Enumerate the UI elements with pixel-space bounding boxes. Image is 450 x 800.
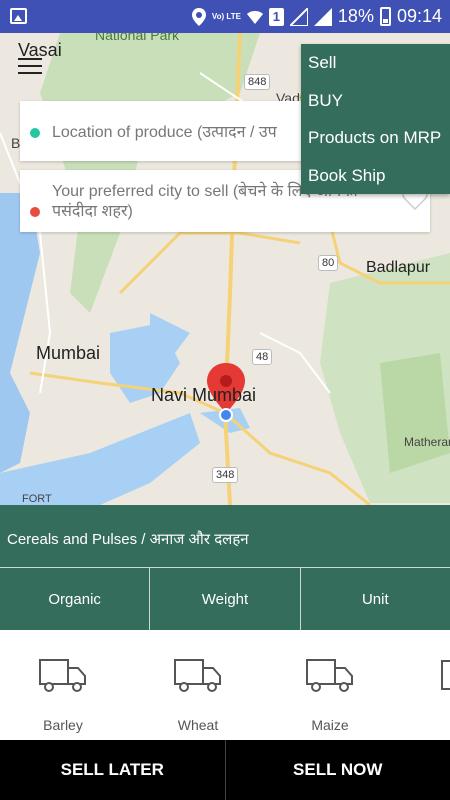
truck-icon <box>39 659 86 692</box>
status-indicators: Vo) LTE 1 18% 09:14 <box>191 0 442 33</box>
highway-badge-80: 80 <box>318 255 339 271</box>
crop-item-maize[interactable]: Maize <box>290 658 370 733</box>
sell-now-button[interactable]: SELL NOW <box>226 740 450 800</box>
menu-item-products-on-mrp[interactable]: Products on MRP <box>301 119 450 157</box>
map-label-national-park: National Park <box>95 33 180 43</box>
category-label: Cereals and Pulses / अनाज और दलहन <box>7 531 249 548</box>
truck-icon <box>174 659 221 692</box>
sell-later-button[interactable]: SELL LATER <box>0 740 226 800</box>
category-selector[interactable]: Cereals and Pulses / अनाज और दलहन <box>0 505 450 567</box>
location-dot-icon <box>30 128 40 138</box>
filter-weight-button[interactable]: Weight <box>150 568 301 630</box>
volte-indicator: Vo) LTE <box>211 11 241 21</box>
gallery-notification-icon <box>10 8 27 24</box>
truck-icon <box>306 659 353 692</box>
crop-label-maize: Maize <box>311 717 349 733</box>
action-bar: SELL LATER SELL NOW <box>0 740 450 800</box>
map-label-matheran: Matheran <box>404 435 450 449</box>
filter-bar: Organic Weight Unit <box>0 567 450 630</box>
crop-item-wheat[interactable]: Wheat <box>158 658 238 733</box>
highway-badge-848: 848 <box>244 74 271 90</box>
signal-icon-2 <box>313 7 332 26</box>
status-bar: Vo) LTE 1 18% 09:14 <box>0 0 450 33</box>
map-label-navi-mumbai: Navi Mumbai <box>151 385 257 405</box>
truck-icon-partial[interactable] <box>441 660 450 690</box>
filter-unit-button[interactable]: Unit <box>301 568 450 630</box>
crop-label-barley: Barley <box>43 717 83 733</box>
battery-percent: 18% <box>337 6 374 26</box>
highway-badge-48: 48 <box>252 349 273 365</box>
highway-badge-348: 348 <box>212 467 239 483</box>
crop-label-wheat: Wheat <box>177 717 219 733</box>
wifi-icon <box>246 10 263 24</box>
crop-list: Barley Wheat Maize <box>0 630 450 740</box>
location-icon <box>191 7 206 26</box>
location-of-produce-placeholder: Location of produce (उत्पादन / उप <box>52 124 277 141</box>
location-of-produce-field[interactable]: Location of produce (उत्पादन / उप <box>20 101 330 161</box>
current-location-dot <box>219 408 233 422</box>
menu-item-sell[interactable]: Sell <box>301 44 450 82</box>
hamburger-menu-icon[interactable] <box>18 58 42 76</box>
signal-icon <box>289 7 308 26</box>
map-label-badlapur: Badlapur <box>366 259 431 276</box>
map-label-mumbai: Mumbai <box>36 343 101 363</box>
city-dot-icon <box>30 207 40 217</box>
overflow-dropdown-menu: Sell BUY Products on MRP Book Ship <box>301 44 450 194</box>
filter-organic-button[interactable]: Organic <box>0 568 151 630</box>
sim-indicator: 1 <box>268 7 284 26</box>
map-label-b: B <box>11 135 21 151</box>
clock: 09:14 <box>396 6 442 26</box>
crop-item-barley[interactable]: Barley <box>23 658 103 733</box>
menu-item-buy[interactable]: BUY <box>301 82 450 120</box>
map-label-fort: FORT <box>22 493 52 505</box>
battery-icon <box>379 7 391 26</box>
menu-item-book-ship[interactable]: Book Ship <box>301 157 450 195</box>
